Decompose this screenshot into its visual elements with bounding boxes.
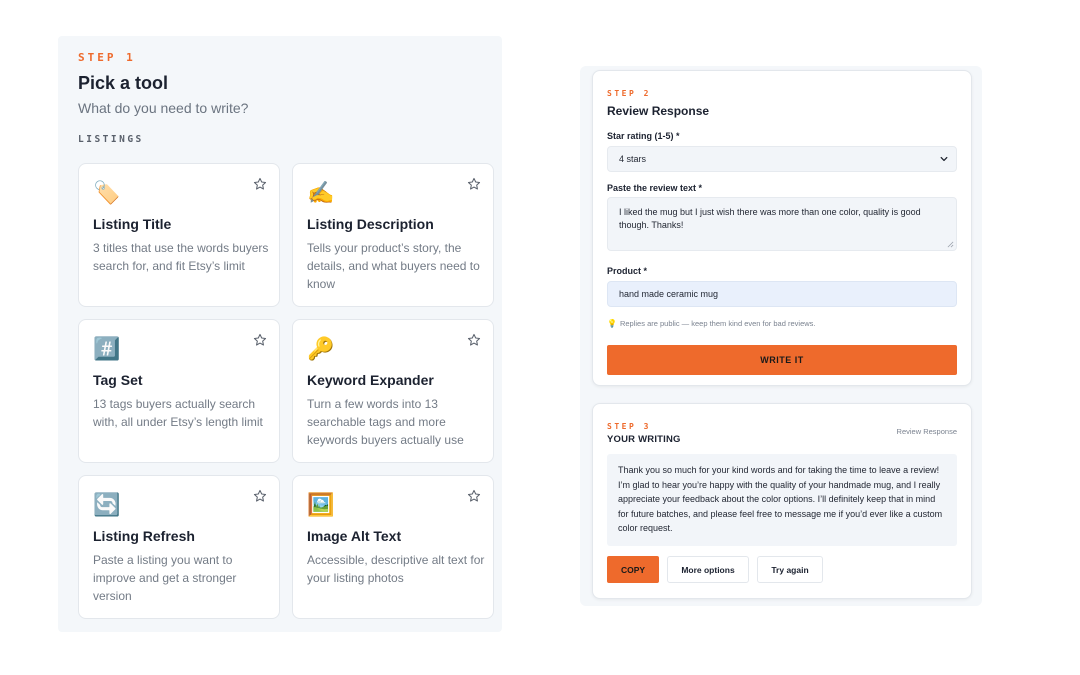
chevron-down-icon: [940, 156, 948, 162]
copy-button[interactable]: COPY: [607, 556, 659, 583]
star-rating-select[interactable]: 4 stars: [607, 146, 957, 172]
step-1-label: STEP 1: [78, 51, 136, 64]
star-outline-icon[interactable]: [253, 489, 267, 503]
workspace-panel: STEP 2 Review Response Star rating (1-5)…: [580, 66, 982, 606]
tool-card-image-alt-text[interactable]: 🖼️ Image Alt Text Accessible, descriptiv…: [292, 475, 494, 619]
tool-title: Listing Description: [307, 216, 434, 232]
generated-response-text: Thank you so much for your kind words an…: [607, 454, 957, 546]
star-rating-value: 4 stars: [619, 154, 647, 164]
more-options-button[interactable]: More options: [667, 556, 749, 583]
writing-output-card: STEP 3 YOUR WRITING Review Response Than…: [592, 403, 972, 599]
try-again-button[interactable]: Try again: [757, 556, 823, 583]
review-text-label: Paste the review text *: [607, 183, 703, 193]
step-3-label: STEP 3: [607, 422, 651, 431]
framed-picture-icon: 🖼️: [307, 493, 335, 518]
tool-card-keyword-expander[interactable]: 🔑 Keyword Expander Turn a few words into…: [292, 319, 494, 463]
star-outline-icon[interactable]: [467, 489, 481, 503]
step-2-label: STEP 2: [607, 89, 651, 98]
product-label: Product *: [607, 266, 648, 276]
output-title: YOUR WRITING: [607, 434, 681, 445]
active-tool-tag: Review Response: [896, 427, 957, 436]
picker-title: Pick a tool: [78, 73, 169, 93]
tool-description: 3 titles that use the words buyers searc…: [93, 241, 269, 273]
review-text-field[interactable]: I liked the mug but I just wish there wa…: [607, 197, 957, 251]
tool-description: Tells your product’s story, the details,…: [307, 241, 480, 291]
tool-title: Image Alt Text: [307, 528, 402, 544]
tool-description: 13 tags buyers actually search with, all…: [93, 397, 263, 429]
write-it-button[interactable]: WRITE IT: [607, 345, 957, 375]
tool-card-listing-refresh[interactable]: 🔄 Listing Refresh Paste a listing you wa…: [78, 475, 280, 619]
resize-handle-icon[interactable]: [947, 241, 954, 248]
product-input[interactable]: hand made ceramic mug: [607, 281, 957, 307]
tool-description: Turn a few words into 13 searchable tags…: [307, 397, 464, 447]
review-response-form: STEP 2 Review Response Star rating (1-5)…: [592, 70, 972, 386]
star-outline-icon[interactable]: [467, 333, 481, 347]
hint-text: Replies are public — keep them kind even…: [619, 319, 816, 328]
key-icon: 🔑: [307, 337, 335, 362]
star-outline-icon[interactable]: [253, 177, 267, 191]
section-label-listings: LISTINGS: [78, 134, 144, 145]
star-outline-icon[interactable]: [467, 177, 481, 191]
review-text-value: I liked the mug but I just wish there wa…: [619, 207, 921, 230]
public-replies-hint: 💡 Replies are public — keep them kind eve…: [607, 319, 816, 328]
tag-icon: 🏷️: [93, 181, 121, 206]
tool-title: Keyword Expander: [307, 372, 434, 388]
form-title: Review Response: [607, 104, 710, 118]
star-rating-label: Star rating (1-5) *: [607, 131, 680, 141]
product-value: hand made ceramic mug: [619, 289, 719, 299]
tool-title: Listing Title: [93, 216, 172, 232]
tool-picker-panel: STEP 1 Pick a tool What do you need to w…: [58, 36, 502, 632]
picker-subtitle: What do you need to write?: [78, 100, 249, 116]
tool-card-tag-set[interactable]: #️⃣ Tag Set 13 tags buyers actually sear…: [78, 319, 280, 463]
tool-title: Listing Refresh: [93, 528, 195, 544]
star-outline-icon[interactable]: [253, 333, 267, 347]
tool-card-listing-description[interactable]: ✍️ Listing Description Tells your produc…: [292, 163, 494, 307]
hash-icon: #️⃣: [93, 337, 121, 362]
tool-description: Accessible, descriptive alt text for you…: [307, 553, 485, 585]
lightbulb-icon: 💡: [607, 319, 617, 328]
tool-title: Tag Set: [93, 372, 143, 388]
writing-hand-icon: ✍️: [307, 181, 335, 206]
tool-card-listing-title[interactable]: 🏷️ Listing Title 3 titles that use the w…: [78, 163, 280, 307]
tool-description: Paste a listing you want to improve and …: [93, 553, 237, 603]
refresh-icon: 🔄: [93, 493, 121, 518]
